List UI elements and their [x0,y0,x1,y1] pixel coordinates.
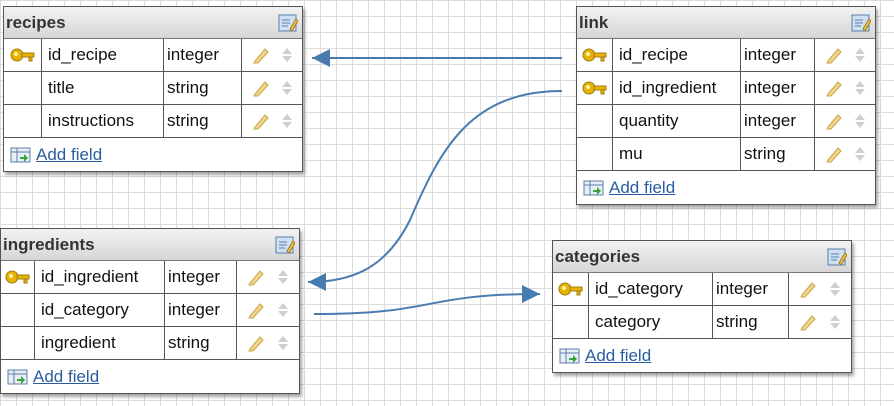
field-name: quantity [613,105,741,137]
table-row[interactable]: ingredient string [1,327,299,360]
field-type: string [713,306,789,338]
field-type: integer [164,39,242,71]
reorder-field-icon[interactable] [829,313,841,331]
edit-field-icon[interactable] [825,145,843,163]
add-field-link[interactable]: Add field [33,367,99,387]
table-title: link [579,13,609,32]
table-row[interactable]: mu string [577,138,875,171]
reorder-field-icon[interactable] [829,280,841,298]
table-footer: Add field [553,339,851,372]
connector-link-to-ingredients [307,90,563,291]
add-field-icon[interactable] [7,368,29,386]
edit-table-icon[interactable] [851,13,871,33]
field-type: integer [165,294,237,326]
recipes-table[interactable]: recipes id_recipe integer title string i… [3,6,303,172]
field-name: mu [613,138,741,170]
table-title: categories [555,247,641,266]
field-type: string [165,327,237,359]
field-type: integer [713,273,789,305]
edit-field-icon[interactable] [825,46,843,64]
reorder-field-icon[interactable] [854,46,866,64]
field-type: integer [741,105,815,137]
table-header[interactable]: ingredients [1,229,299,261]
table-row[interactable]: id_category integer [1,294,299,327]
table-row[interactable]: category string [553,306,851,339]
edit-table-icon[interactable] [278,13,298,33]
table-footer: Add field [577,171,875,204]
add-field-link[interactable]: Add field [609,178,675,198]
ingredients-table[interactable]: ingredients id_ingredient integer id_cat… [0,228,300,394]
edit-field-icon[interactable] [825,79,843,97]
categories-table[interactable]: categories id_category integer category … [552,240,852,373]
field-type: string [741,138,815,170]
add-field-link[interactable]: Add field [585,346,651,366]
table-row[interactable]: instructions string [4,105,302,138]
table-footer: Add field [1,360,299,393]
field-name: id_recipe [613,39,741,71]
edit-field-icon[interactable] [799,313,817,331]
edit-field-icon[interactable] [252,112,270,130]
table-row[interactable]: id_category integer [553,273,851,306]
field-name: id_ingredient [613,72,741,104]
edit-field-icon[interactable] [825,112,843,130]
table-row[interactable]: id_ingredient integer [577,72,875,105]
add-field-icon[interactable] [583,179,605,197]
table-header[interactable]: categories [553,241,851,273]
add-field-link[interactable]: Add field [36,145,102,165]
reorder-field-icon[interactable] [281,46,293,64]
table-row[interactable]: quantity integer [577,105,875,138]
primary-key-icon [577,39,613,71]
field-type: string [164,72,242,104]
field-name: id_ingredient [35,261,165,293]
field-name: ingredient [35,327,165,359]
table-header[interactable]: link [577,7,875,39]
edit-table-icon[interactable] [827,247,847,267]
connector-ingredients-to-categories [313,285,541,315]
primary-key-icon [1,261,35,293]
table-row[interactable]: id_ingredient integer [1,261,299,294]
table-footer: Add field [4,138,302,171]
primary-key-icon [4,39,42,71]
edit-field-icon[interactable] [252,79,270,97]
field-name: id_category [35,294,165,326]
reorder-field-icon[interactable] [854,145,866,163]
edit-field-icon[interactable] [799,280,817,298]
field-type: integer [741,39,815,71]
field-type: integer [741,72,815,104]
primary-key-icon [577,72,613,104]
edit-field-icon[interactable] [247,268,265,286]
reorder-field-icon[interactable] [854,112,866,130]
reorder-field-icon[interactable] [277,301,289,319]
field-type: integer [165,261,237,293]
field-name: category [589,306,713,338]
edit-table-icon[interactable] [275,235,295,255]
field-name: id_category [589,273,713,305]
field-name: title [42,72,164,104]
reorder-field-icon[interactable] [281,79,293,97]
table-header[interactable]: recipes [4,7,302,39]
field-name: instructions [42,105,164,137]
add-field-icon[interactable] [10,146,32,164]
field-type: string [164,105,242,137]
add-field-icon[interactable] [559,347,581,365]
reorder-field-icon[interactable] [854,79,866,97]
primary-key-icon [553,273,589,305]
reorder-field-icon[interactable] [277,268,289,286]
edit-field-icon[interactable] [247,334,265,352]
edit-field-icon[interactable] [247,301,265,319]
reorder-field-icon[interactable] [277,334,289,352]
reorder-field-icon[interactable] [281,112,293,130]
table-row[interactable]: id_recipe integer [4,39,302,72]
field-name: id_recipe [42,39,164,71]
link-table[interactable]: link id_recipe integer id_ingredient int… [576,6,876,205]
edit-field-icon[interactable] [252,46,270,64]
table-title: ingredients [3,235,95,254]
table-row[interactable]: id_recipe integer [577,39,875,72]
table-title: recipes [6,13,66,32]
table-row[interactable]: title string [4,72,302,105]
